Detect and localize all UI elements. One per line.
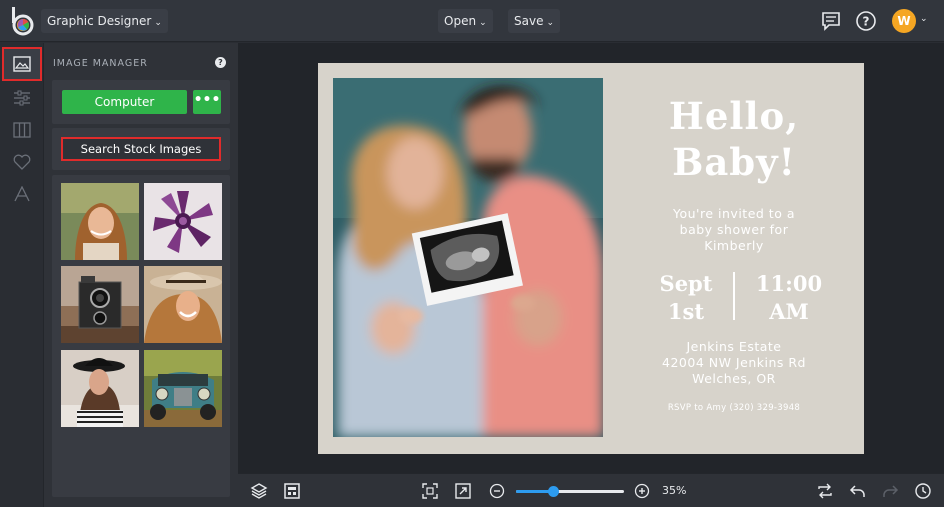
fit-to-screen-icon[interactable] [421, 482, 439, 500]
date-line-1: Sept [659, 271, 713, 296]
svg-text:?: ? [863, 15, 870, 29]
more-sources-button[interactable]: ••• [193, 90, 221, 114]
stock-box: Search Stock Images [52, 128, 230, 170]
panel-title: IMAGE MANAGER [53, 58, 148, 69]
expand-icon[interactable] [454, 482, 472, 500]
time-line-1: 11:00 [755, 271, 823, 296]
image-icon [13, 56, 31, 72]
venue-line-1: Jenkins Estate [686, 339, 782, 354]
zoom-slider-handle[interactable] [548, 486, 560, 497]
baby-shower-card[interactable]: Hello, Baby! You're invited to a baby sh… [318, 63, 864, 454]
rail-item-text[interactable] [2, 177, 42, 211]
invite-text[interactable]: You're invited to a baby shower for Kimb… [634, 206, 834, 254]
thumbnail-vintage-truck[interactable] [144, 350, 222, 427]
tool-rail [0, 43, 44, 507]
date-time-block[interactable]: Sept 1st 11:00 AM [636, 268, 836, 324]
invite-line-3: Kimberly [704, 238, 764, 253]
thumbnail-purple-succulent[interactable] [144, 183, 222, 260]
history-icon[interactable] [914, 482, 932, 500]
upload-box: Computer ••• [52, 80, 230, 124]
zoom-level: 35% [662, 484, 687, 497]
headline-line-2: Baby! [672, 140, 796, 184]
undo-icon[interactable] [849, 482, 867, 500]
top-bar: Graphic Designer ⌄ Open ⌄ Save ⌄ ? W ⌄ [0, 0, 944, 42]
chevron-down-icon: ⌄ [479, 18, 487, 28]
thumbnail-woman-smiling[interactable] [61, 183, 139, 260]
chevron-down-icon[interactable]: ⌄ [920, 14, 928, 24]
bottom-toolbar: 35% [238, 473, 944, 507]
invite-line-1: You're invited to a [673, 206, 795, 221]
chevron-down-icon: ⌄ [546, 18, 555, 28]
layout-icon[interactable] [283, 482, 301, 500]
rail-item-image-manager[interactable] [2, 47, 42, 81]
mode-label: Graphic Designer [47, 14, 152, 28]
thumbnail-woman-hat-laughing[interactable] [144, 266, 222, 343]
search-stock-images-button[interactable]: Search Stock Images [61, 137, 221, 161]
event-time: 11:00 AM [744, 270, 834, 326]
date-line-2: 1st [667, 299, 705, 324]
heart-icon [13, 154, 31, 170]
event-date: Sept 1st [644, 270, 728, 326]
venue-line-3: Welches, OR [692, 371, 776, 386]
design-canvas[interactable]: Hello, Baby! You're invited to a baby sh… [238, 43, 944, 473]
sliders-icon [14, 90, 30, 106]
rail-item-adjustments[interactable] [2, 81, 42, 115]
rail-item-layouts[interactable] [2, 113, 42, 147]
user-avatar[interactable]: W [892, 9, 916, 33]
rsvp-text[interactable]: RSVP to Amy (320) 329-3948 [634, 403, 834, 413]
thumbnail-grid [52, 175, 230, 497]
couple-photo[interactable] [333, 78, 603, 437]
date-divider [733, 272, 735, 320]
redo-icon [883, 485, 899, 497]
help-icon[interactable]: ? [215, 57, 226, 68]
open-label: Open [444, 14, 477, 28]
image-manager-panel: IMAGE MANAGER ? Computer ••• Search Stoc… [44, 43, 238, 507]
venue-line-2: 42004 NW Jenkins Rd [662, 355, 806, 370]
feedback-icon[interactable] [820, 10, 842, 32]
thumbnail-vintage-camera[interactable] [61, 266, 139, 343]
thumbnail-woman-black-hat[interactable] [61, 350, 139, 427]
zoom-in-icon[interactable] [633, 482, 651, 500]
time-line-2: AM [769, 299, 809, 324]
help-icon[interactable]: ? [855, 10, 877, 32]
venue-text[interactable]: Jenkins Estate 42004 NW Jenkins Rd Welch… [634, 339, 834, 387]
zoom-out-icon[interactable] [488, 482, 506, 500]
invite-line-2: baby shower for [679, 222, 789, 237]
headline-line-1: Hello, [668, 94, 800, 138]
swap-icon[interactable] [816, 482, 834, 500]
headline[interactable]: Hello, Baby! [634, 93, 834, 185]
rail-item-favorites[interactable] [2, 145, 42, 179]
zoom-slider[interactable] [516, 486, 624, 497]
computer-upload-button[interactable]: Computer [62, 90, 187, 114]
text-icon [14, 186, 30, 202]
save-label: Save [514, 14, 544, 28]
save-button[interactable]: Save ⌄ [508, 9, 561, 33]
mode-dropdown[interactable]: Graphic Designer ⌄ [41, 9, 168, 33]
layers-icon[interactable] [250, 482, 268, 500]
open-button[interactable]: Open ⌄ [438, 9, 493, 33]
befunky-logo-icon[interactable] [10, 6, 36, 36]
chevron-down-icon: ⌄ [154, 18, 162, 28]
columns-icon [13, 122, 31, 138]
